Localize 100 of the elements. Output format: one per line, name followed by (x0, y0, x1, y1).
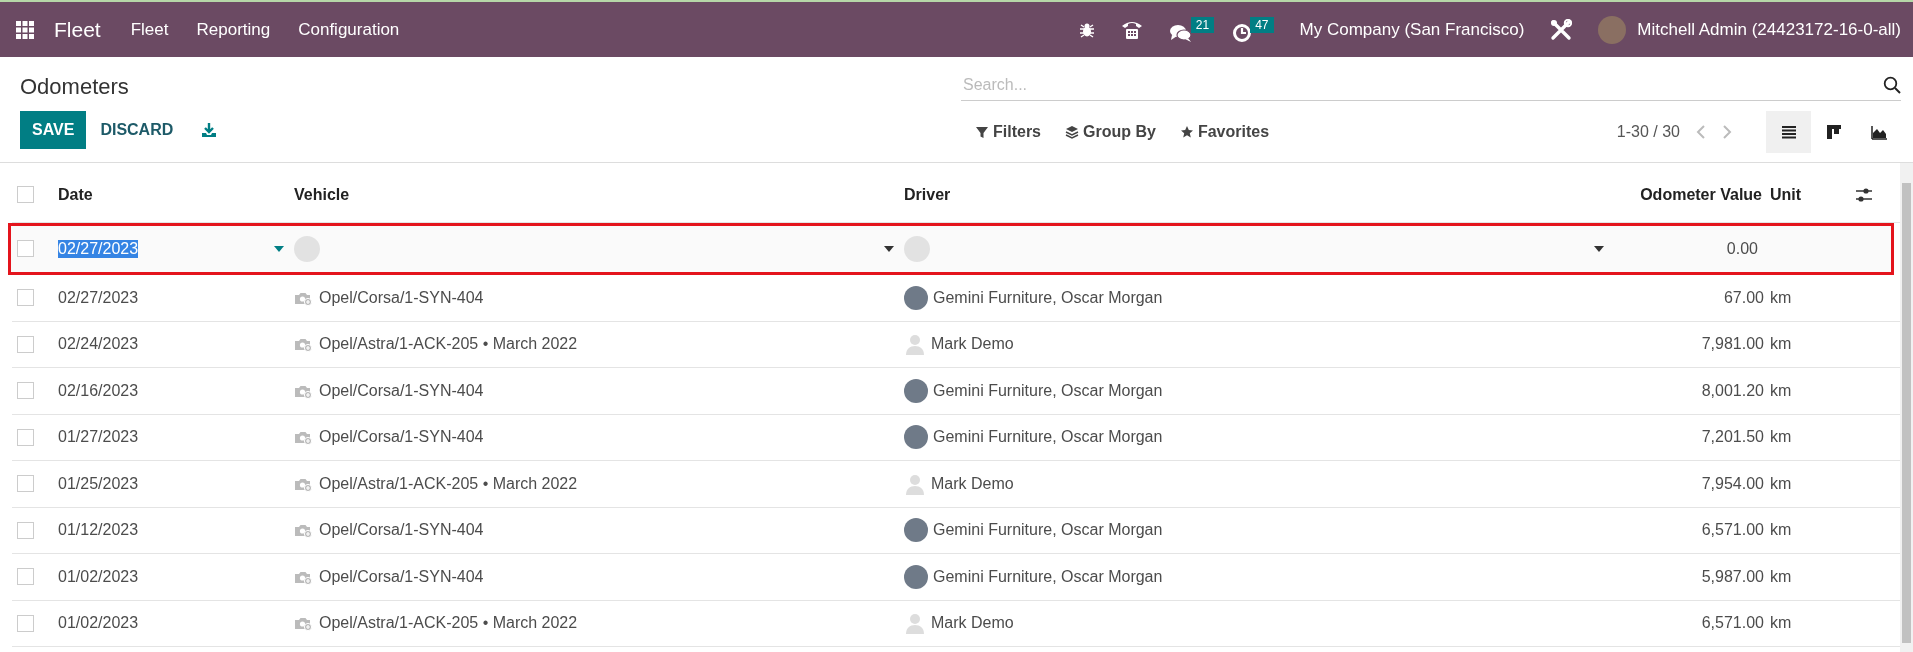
table-cell-text: 5,987.00 (1700, 567, 1765, 586)
row-checkbox[interactable] (17, 289, 34, 307)
caret-icon (274, 245, 284, 252)
row-checkbox[interactable] (17, 521, 34, 539)
layers-icon (1065, 125, 1079, 139)
table-cell-text: km (1770, 381, 1793, 400)
table-cell-text: 01/02/2023 (58, 567, 140, 586)
bug-icon[interactable] (1078, 21, 1095, 38)
counter-badge: 21 (1190, 16, 1215, 33)
menu-item[interactable]: Fleet (130, 19, 169, 40)
filter-icon (975, 125, 989, 139)
search-icon[interactable] (1883, 75, 1901, 94)
save-button[interactable]: SAVE (20, 111, 87, 149)
table-cell-text: km (1770, 428, 1793, 447)
table-cell-text: 01/12/2023 (58, 521, 140, 540)
table-cell-text: 67.00 (1722, 288, 1765, 307)
camera-plus-icon (294, 336, 312, 353)
table-cell-text: km (1770, 335, 1793, 354)
driver-name[interactable]: Gemini Furniture, Oscar Morgan (933, 428, 1163, 447)
avatar-placeholder-icon (904, 235, 930, 262)
column-header[interactable]: Unit (1770, 185, 1855, 204)
odometer-field[interactable]: 0.00 (1614, 239, 1764, 258)
row-checkbox[interactable] (17, 428, 34, 446)
table-cell-text: km (1770, 521, 1793, 540)
caret-icon (884, 245, 894, 252)
chat-icon[interactable] (1168, 22, 1193, 43)
vehicle-name[interactable]: Opel/Corsa/1-SYN-404 (319, 288, 484, 307)
vehicle-name[interactable]: Opel/Astra/1-ACK-205 • March 2022 (319, 614, 578, 633)
driver-name[interactable]: Mark Demo (931, 474, 1014, 493)
table-cell-text: 02/16/2023 (58, 381, 140, 400)
driver-name[interactable]: Gemini Furniture, Oscar Morgan (933, 521, 1163, 540)
row-checkbox[interactable] (17, 335, 34, 353)
vehicle-name[interactable]: Opel/Corsa/1-SYN-404 (319, 428, 484, 447)
tools-icon[interactable] (1550, 18, 1573, 41)
chevron-left-icon[interactable] (1696, 124, 1706, 140)
filter-dropdown[interactable]: Group By (1061, 117, 1160, 147)
list-view-icon (1780, 124, 1797, 140)
table-cell-text: 7,981.00 (1700, 335, 1765, 354)
apps-grid-icon[interactable] (16, 20, 34, 39)
user-avatar[interactable] (1598, 15, 1627, 44)
driver-name[interactable]: Gemini Furniture, Oscar Morgan (933, 381, 1163, 400)
company-switcher[interactable]: My Company (San Francisco) (1299, 19, 1525, 40)
pager-value[interactable]: 1-30 / 30 (1616, 123, 1680, 141)
table-cell-text: 7,201.50 (1700, 428, 1765, 447)
driver-avatar (904, 285, 928, 310)
driver-avatar (904, 518, 928, 543)
kanban-view-icon (1825, 124, 1842, 140)
counter-badge: 47 (1250, 16, 1274, 33)
filter-dropdown[interactable]: Favorites (1175, 117, 1274, 147)
row-checkbox[interactable] (17, 475, 34, 493)
table-cell-text: 01/25/2023 (58, 474, 140, 493)
star-icon (1179, 125, 1194, 139)
row-checkbox[interactable] (17, 186, 34, 203)
column-header[interactable]: Driver (904, 185, 1620, 204)
vehicle-name[interactable]: Opel/Corsa/1-SYN-404 (319, 521, 484, 540)
app-name[interactable]: Fleet (54, 17, 101, 42)
table-cell-text: 6,571.00 (1700, 521, 1765, 540)
person-silhouette-icon (904, 472, 926, 495)
table-cell-text: 6,571.00 (1700, 614, 1765, 633)
camera-plus-icon (294, 429, 312, 446)
phone-icon[interactable] (1120, 19, 1143, 40)
driver-name[interactable]: Gemini Furniture, Oscar Morgan (933, 567, 1163, 586)
menu-item[interactable]: Reporting (196, 19, 271, 40)
driver-avatar (904, 564, 928, 589)
row-checkbox[interactable] (17, 382, 34, 400)
driver-name[interactable]: Mark Demo (931, 614, 1014, 633)
column-header[interactable]: Odometer Value (1620, 185, 1770, 204)
scrollbar-thumb[interactable] (1902, 183, 1911, 643)
area-chart-icon (1870, 124, 1887, 140)
row-checkbox[interactable] (17, 240, 34, 257)
driver-avatar (904, 425, 928, 450)
download-icon[interactable] (201, 122, 218, 138)
column-settings-icon[interactable] (1855, 186, 1873, 203)
filter-dropdown[interactable]: Filters (971, 117, 1045, 147)
chevron-right-icon[interactable] (1722, 124, 1732, 140)
column-header[interactable]: Vehicle (294, 185, 904, 204)
clock-icon[interactable] (1232, 22, 1253, 43)
vehicle-name[interactable]: Opel/Astra/1-ACK-205 • March 2022 (319, 474, 578, 493)
vehicle-name[interactable]: Opel/Corsa/1-SYN-404 (319, 381, 484, 400)
vehicle-name[interactable]: Opel/Corsa/1-SYN-404 (319, 567, 484, 586)
menu-item[interactable]: Configuration (298, 19, 400, 40)
driver-name[interactable]: Gemini Furniture, Oscar Morgan (933, 288, 1163, 307)
breadcrumb-title: Odometers (20, 74, 130, 100)
camera-plus-icon (294, 522, 312, 539)
vehicle-name[interactable]: Opel/Astra/1-ACK-205 • March 2022 (319, 335, 578, 354)
table-cell-text: km (1770, 567, 1793, 586)
view-switch-button[interactable] (1766, 111, 1811, 153)
scrollbar[interactable] (1900, 163, 1913, 652)
driver-name[interactable]: Mark Demo (931, 335, 1014, 354)
table-cell-text: km (1770, 288, 1793, 307)
table-cell-text: 01/02/2023 (58, 614, 140, 633)
row-checkbox[interactable] (17, 568, 34, 586)
table-cell-text: 01/27/2023 (58, 428, 140, 447)
driver-avatar (904, 378, 928, 403)
user-menu[interactable]: Mitchell Admin (24423172-16-0-all) (1637, 19, 1901, 40)
column-header[interactable]: Date (58, 185, 294, 204)
table-cell-text: 02/27/2023 (58, 288, 140, 307)
date-field[interactable]: 02/27/2023 (58, 223, 294, 274)
row-checkbox[interactable] (17, 614, 34, 632)
table-cell-text: 7,954.00 (1700, 474, 1765, 493)
